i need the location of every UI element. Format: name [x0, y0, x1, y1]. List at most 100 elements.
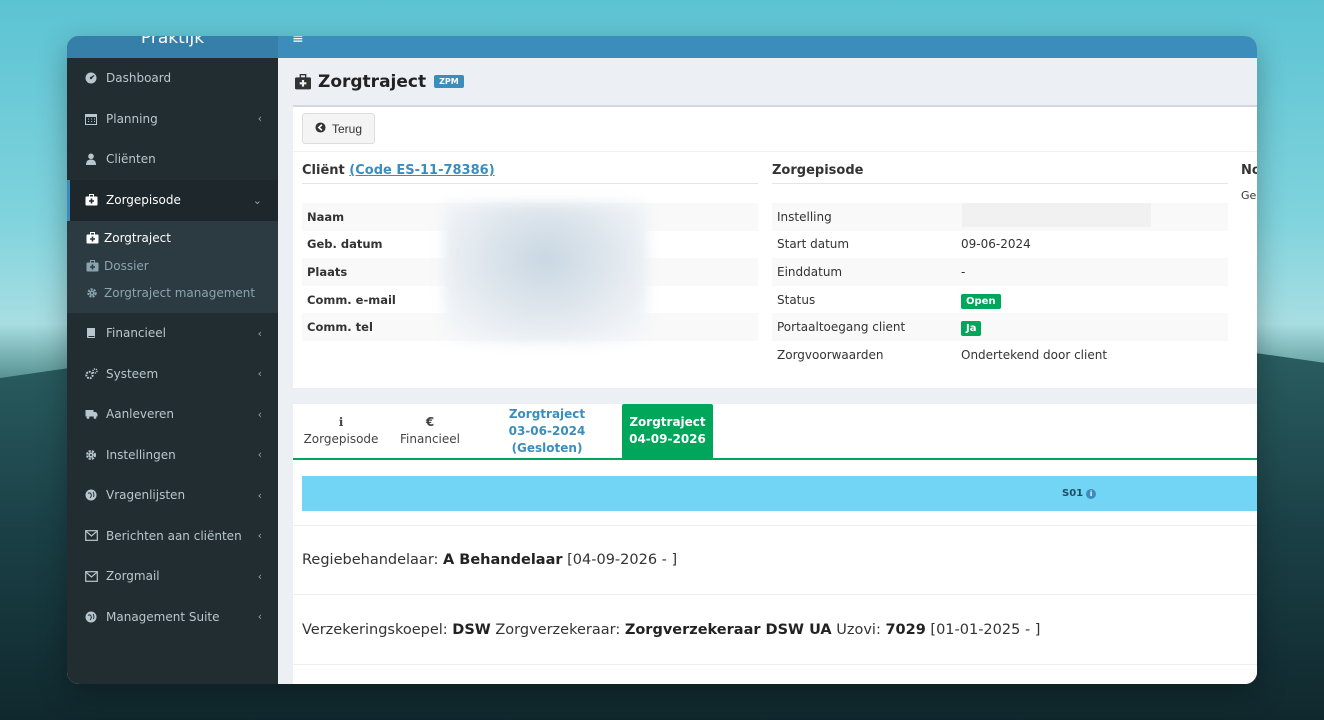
- tab-zorgepisode[interactable]: ℹ Zorgepisode: [301, 404, 381, 458]
- sidebar-item-instellingen[interactable]: Instellingen ‹: [67, 435, 278, 476]
- tab-label-line1: Zorgtraject: [629, 415, 706, 429]
- client-title-label: Cliënt: [302, 163, 345, 178]
- tabs-box: ℹ Zorgepisode € Financieel Zorgtraject 0…: [293, 404, 1257, 684]
- sidebar-item-label: Systeem: [106, 366, 159, 381]
- episode-key: Einddatum: [777, 264, 843, 279]
- uzovi-value: 7029: [885, 622, 926, 638]
- episode-details: Instelling Start datum 09-06-2024 Eindda…: [772, 203, 1228, 369]
- client-key: Naam: [307, 209, 345, 224]
- sidebar-item-financieel[interactable]: Financieel ‹: [67, 313, 278, 354]
- client-episode-box: Terug Cliënt (Code ES-11-78386) Naam Geb…: [293, 105, 1257, 388]
- tab-zorgtraject-gesloten[interactable]: Zorgtraject 03-06-2024 (Gesloten): [479, 404, 615, 458]
- divider: [293, 664, 1257, 665]
- segment-label: S01: [1062, 488, 1084, 499]
- info-icon[interactable]: i: [1086, 488, 1097, 499]
- episode-key: Portaaltoegang client: [777, 320, 906, 335]
- cogs-icon: [85, 368, 103, 380]
- insurer-name: Zorgverzekeraar DSW UA: [624, 622, 832, 638]
- segment-bar[interactable]: S01 i: [302, 476, 1257, 511]
- status-badge: Open: [961, 293, 1001, 309]
- sidebar-item-zorgmail[interactable]: Zorgmail ‹: [67, 556, 278, 597]
- third-column-title: No: [1241, 163, 1257, 178]
- insurance-period: [01-01-2025 - ]: [930, 622, 1041, 638]
- divider: [772, 183, 1228, 184]
- client-code-link[interactable]: (Code ES-11-78386): [349, 163, 494, 178]
- tab-zorgtraject-active[interactable]: Zorgtraject 04-09-2026: [622, 404, 713, 458]
- sidebar-item-label: Planning: [106, 111, 158, 126]
- client-title: Cliënt (Code ES-11-78386): [302, 163, 495, 178]
- episode-key: Instelling: [777, 209, 832, 224]
- sidebar-item-dashboard[interactable]: Dashboard: [67, 58, 278, 99]
- chevron-left-icon: ‹: [257, 326, 262, 340]
- medkit-icon: [86, 259, 104, 272]
- sidebar-logo[interactable]: Praktijk: [67, 36, 278, 58]
- sidebar-item-label: Financieel: [106, 326, 166, 341]
- insurer-label: Zorgverzekeraar:: [495, 622, 621, 638]
- sidebar-item-planning[interactable]: Planning ‹: [67, 99, 278, 140]
- sidebar-item-aanleveren[interactable]: Aanleveren ‹: [67, 394, 278, 435]
- sidebar-menu: Dashboard Planning ‹ Cliënten Zorgepisod…: [67, 58, 278, 221]
- redacted-instelling-value: [962, 203, 1151, 227]
- chevron-left-icon: ‹: [257, 488, 262, 502]
- episode-key: Start datum: [777, 237, 850, 252]
- tab-label: Financieel: [400, 432, 460, 446]
- divider: [293, 594, 1257, 595]
- episode-key: Zorgvoorwaarden: [777, 347, 884, 362]
- chevron-left-icon: ‹: [257, 448, 262, 462]
- episode-row: Einddatum -: [772, 258, 1228, 286]
- sidebar-menu-lower: Financieel ‹ Systeem ‹ Aanleveren ‹ Inst…: [67, 313, 278, 637]
- sidebar-item-systeem[interactable]: Systeem ‹: [67, 354, 278, 395]
- arrow-circle-left-icon: [315, 121, 326, 136]
- sidebar-item-clienten[interactable]: Cliënten: [67, 139, 278, 180]
- insurance-koepel-label: Verzekeringskoepel:: [302, 622, 448, 638]
- regie-name: A Behandelaar: [443, 552, 563, 568]
- portal-access-badge: Ja: [961, 321, 982, 337]
- insurance-koepel: DSW: [452, 622, 491, 638]
- chevron-left-icon: ‹: [257, 407, 262, 421]
- sidebar-item-label: Cliënten: [106, 152, 156, 167]
- globe-icon: [85, 489, 103, 501]
- client-key: Geb. datum: [307, 237, 383, 252]
- chevron-left-icon: ‹: [257, 367, 262, 381]
- top-navbar: ≡: [278, 36, 1257, 58]
- divider: [293, 525, 1257, 526]
- redacted-client-values: [443, 203, 648, 343]
- sidebar-subitem-dossier[interactable]: Dossier: [67, 252, 278, 280]
- uzovi-label: Uzovi:: [836, 622, 881, 638]
- sidebar-item-berichten[interactable]: Berichten aan cliënten ‹: [67, 516, 278, 557]
- chevron-left-icon: ‹: [257, 569, 262, 583]
- zpm-badge: ZPM: [434, 75, 464, 88]
- client-key: Plaats: [307, 264, 348, 279]
- tab-label-line1: Zorgtraject: [508, 406, 586, 421]
- episode-row: Status Open: [772, 286, 1228, 314]
- episode-row: Portaaltoegang client Ja: [772, 313, 1228, 341]
- envelope-icon: [85, 570, 103, 582]
- app-window: Praktijk Dashboard Planning ‹ Cliënten Z…: [67, 36, 1257, 684]
- episode-row: Start datum 09-06-2024: [772, 231, 1228, 259]
- sidebar-item-vragenlijsten[interactable]: Vragenlijsten ‹: [67, 475, 278, 516]
- back-button[interactable]: Terug: [302, 113, 375, 144]
- sidebar-item-management-suite[interactable]: Management Suite ‹: [67, 597, 278, 638]
- third-column-text: Ge: [1241, 189, 1257, 202]
- sidebar-subitem-zorgtraject[interactable]: Zorgtraject: [67, 225, 278, 253]
- sidebar-item-label: Management Suite: [106, 609, 220, 624]
- tab-label: Zorgepisode: [303, 432, 379, 446]
- book-icon: [85, 327, 103, 339]
- gear-icon: [86, 287, 104, 299]
- sidebar-item-zorgepisode[interactable]: Zorgepisode ⌄: [67, 179, 278, 221]
- hamburger-menu-icon[interactable]: ≡: [292, 36, 304, 47]
- episode-value: Ondertekend door client: [961, 347, 1108, 362]
- truck-icon: [85, 408, 103, 420]
- envelope-icon: [85, 530, 103, 542]
- insurance-line: Verzekeringskoepel: DSW Zorgverzekeraar:…: [302, 622, 1040, 638]
- divider: [302, 183, 758, 184]
- sidebar-submenu: Zorgtraject Dossier Zorgtraject manageme…: [67, 220, 278, 313]
- sidebar-subitem-zorgtraject-management[interactable]: Zorgtraject management: [67, 280, 278, 308]
- medkit-icon: [86, 232, 104, 244]
- sidebar-subitem-label: Dossier: [104, 258, 149, 273]
- episode-key: Status: [777, 292, 816, 307]
- tab-financieel[interactable]: € Financieel: [393, 404, 467, 458]
- main-content: Zorgtraject ZPM Terug Cliënt (Code ES-11…: [278, 58, 1257, 684]
- regie-period: [04-09-2026 - ]: [567, 552, 678, 568]
- episode-value: -: [961, 264, 966, 279]
